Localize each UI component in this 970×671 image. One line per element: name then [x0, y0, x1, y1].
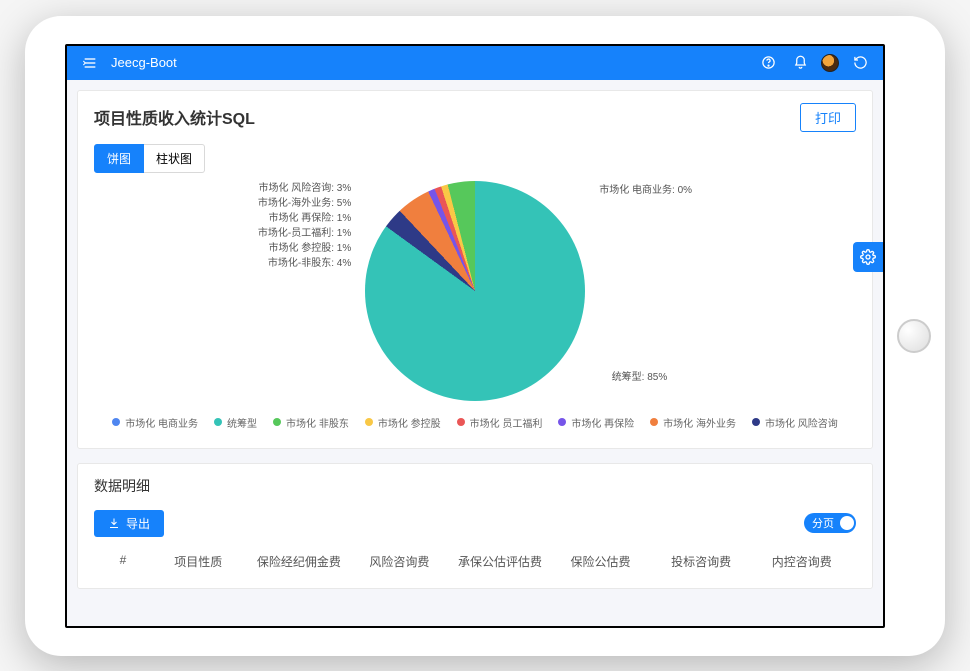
legend-item[interactable]: 市场化 海外业务	[650, 415, 736, 430]
export-label: 导出	[126, 515, 150, 532]
legend-dot	[214, 418, 222, 426]
table-column-header: 投标咨询费	[651, 553, 752, 570]
pie-callout-main: 统筹型: 85%	[612, 368, 668, 383]
brand-title: Jeecg-Boot	[111, 55, 177, 70]
legend-dot	[558, 418, 566, 426]
table-column-header: #	[98, 553, 148, 570]
page-content: 项目性质收入统计SQL 打印 饼图 柱状图 市场化 风险咨询: 3% 市场化-海…	[67, 80, 883, 626]
table-column-header: 保险公估费	[550, 553, 651, 570]
legend-label: 市场化 风险咨询	[765, 415, 838, 430]
download-icon	[108, 517, 120, 529]
app-screen: Jeecg-Boot	[65, 44, 885, 628]
help-icon[interactable]	[757, 52, 779, 74]
home-button[interactable]	[897, 319, 931, 353]
legend-label: 市场化 再保险	[571, 415, 634, 430]
pie-chart: 市场化 风险咨询: 3% 市场化-海外业务: 5% 市场化 再保险: 1% 市场…	[94, 179, 856, 430]
detail-card: 数据明细 导出 分页 #项目性质保险经纪佣金费风险咨询费承保公估评估费保险公估费…	[77, 463, 873, 589]
page-title: 项目性质收入统计SQL	[94, 105, 255, 129]
chart-type-tabs: 饼图 柱状图	[94, 144, 856, 173]
topbar: Jeecg-Boot	[67, 46, 883, 80]
legend-label: 市场化 海外业务	[663, 415, 736, 430]
legend-dot	[365, 418, 373, 426]
gear-icon	[860, 249, 876, 265]
legend-dot	[112, 418, 120, 426]
refresh-icon[interactable]	[849, 52, 871, 74]
print-button[interactable]: 打印	[800, 103, 856, 132]
legend-item[interactable]: 市场化 再保险	[558, 415, 634, 430]
legend-item[interactable]: 市场化 员工福利	[457, 415, 543, 430]
pager-toggle[interactable]: 分页	[804, 513, 856, 533]
tab-bar[interactable]: 柱状图	[144, 144, 205, 173]
settings-drawer-button[interactable]	[853, 242, 883, 272]
toggle-knob	[840, 516, 854, 530]
detail-title: 数据明细	[94, 476, 856, 496]
menu-icon[interactable]	[79, 52, 101, 74]
legend-dot	[273, 418, 281, 426]
table-column-header: 项目性质	[148, 553, 249, 570]
pie-callout: 市场化 再保险: 1%	[268, 211, 351, 226]
pie-callout: 市场化-海外业务: 5%	[258, 196, 351, 211]
pie-callout: 市场化-员工福利: 1%	[258, 226, 351, 241]
table-column-header: 风险咨询费	[349, 553, 450, 570]
legend-item[interactable]: 市场化 电商业务	[112, 415, 198, 430]
table-column-header: 保险经纪佣金费	[249, 553, 350, 570]
export-button[interactable]: 导出	[94, 510, 164, 537]
pie-callout: 市场化 风险咨询: 3%	[258, 181, 351, 196]
tablet-frame: Jeecg-Boot	[25, 16, 945, 656]
chart-legend: 市场化 电商业务 统筹型 市场化 非股东 市场化 参控股 市场化 员工福利 市场化 再保险…	[112, 415, 837, 430]
chart-card: 项目性质收入统计SQL 打印 饼图 柱状图 市场化 风险咨询: 3% 市场化-海…	[77, 90, 873, 449]
avatar[interactable]	[821, 54, 839, 72]
legend-label: 市场化 参控股	[378, 415, 441, 430]
legend-dot	[752, 418, 760, 426]
table-column-header: 内控咨询费	[751, 553, 852, 570]
legend-dot	[650, 418, 658, 426]
pie-callout: 市场化 电商业务: 0%	[599, 185, 692, 196]
bell-icon[interactable]	[789, 52, 811, 74]
legend-item[interactable]: 市场化 参控股	[365, 415, 441, 430]
pie-callouts-left: 市场化 风险咨询: 3% 市场化-海外业务: 5% 市场化 再保险: 1% 市场…	[258, 181, 351, 271]
pager-label: 分页	[812, 515, 834, 531]
legend-item[interactable]: 市场化 风险咨询	[752, 415, 838, 430]
legend-label: 市场化 电商业务	[125, 415, 198, 430]
legend-label: 统筹型	[227, 415, 257, 430]
pie-callouts-right: 市场化 电商业务: 0%	[599, 181, 692, 196]
pie-callout: 市场化-非股东: 4%	[268, 256, 351, 271]
legend-item[interactable]: 市场化 非股东	[273, 415, 349, 430]
pie-graphic: 统筹型: 85%	[365, 181, 585, 401]
legend-label: 市场化 员工福利	[470, 415, 543, 430]
table-header: #项目性质保险经纪佣金费风险咨询费承保公估评估费保险公估费投标咨询费内控咨询费	[94, 547, 856, 570]
pie-callout: 市场化 参控股: 1%	[268, 241, 351, 256]
legend-item[interactable]: 统筹型	[214, 415, 257, 430]
legend-label: 市场化 非股东	[286, 415, 349, 430]
legend-dot	[457, 418, 465, 426]
table-column-header: 承保公估评估费	[450, 553, 551, 570]
tab-pie[interactable]: 饼图	[94, 144, 144, 173]
